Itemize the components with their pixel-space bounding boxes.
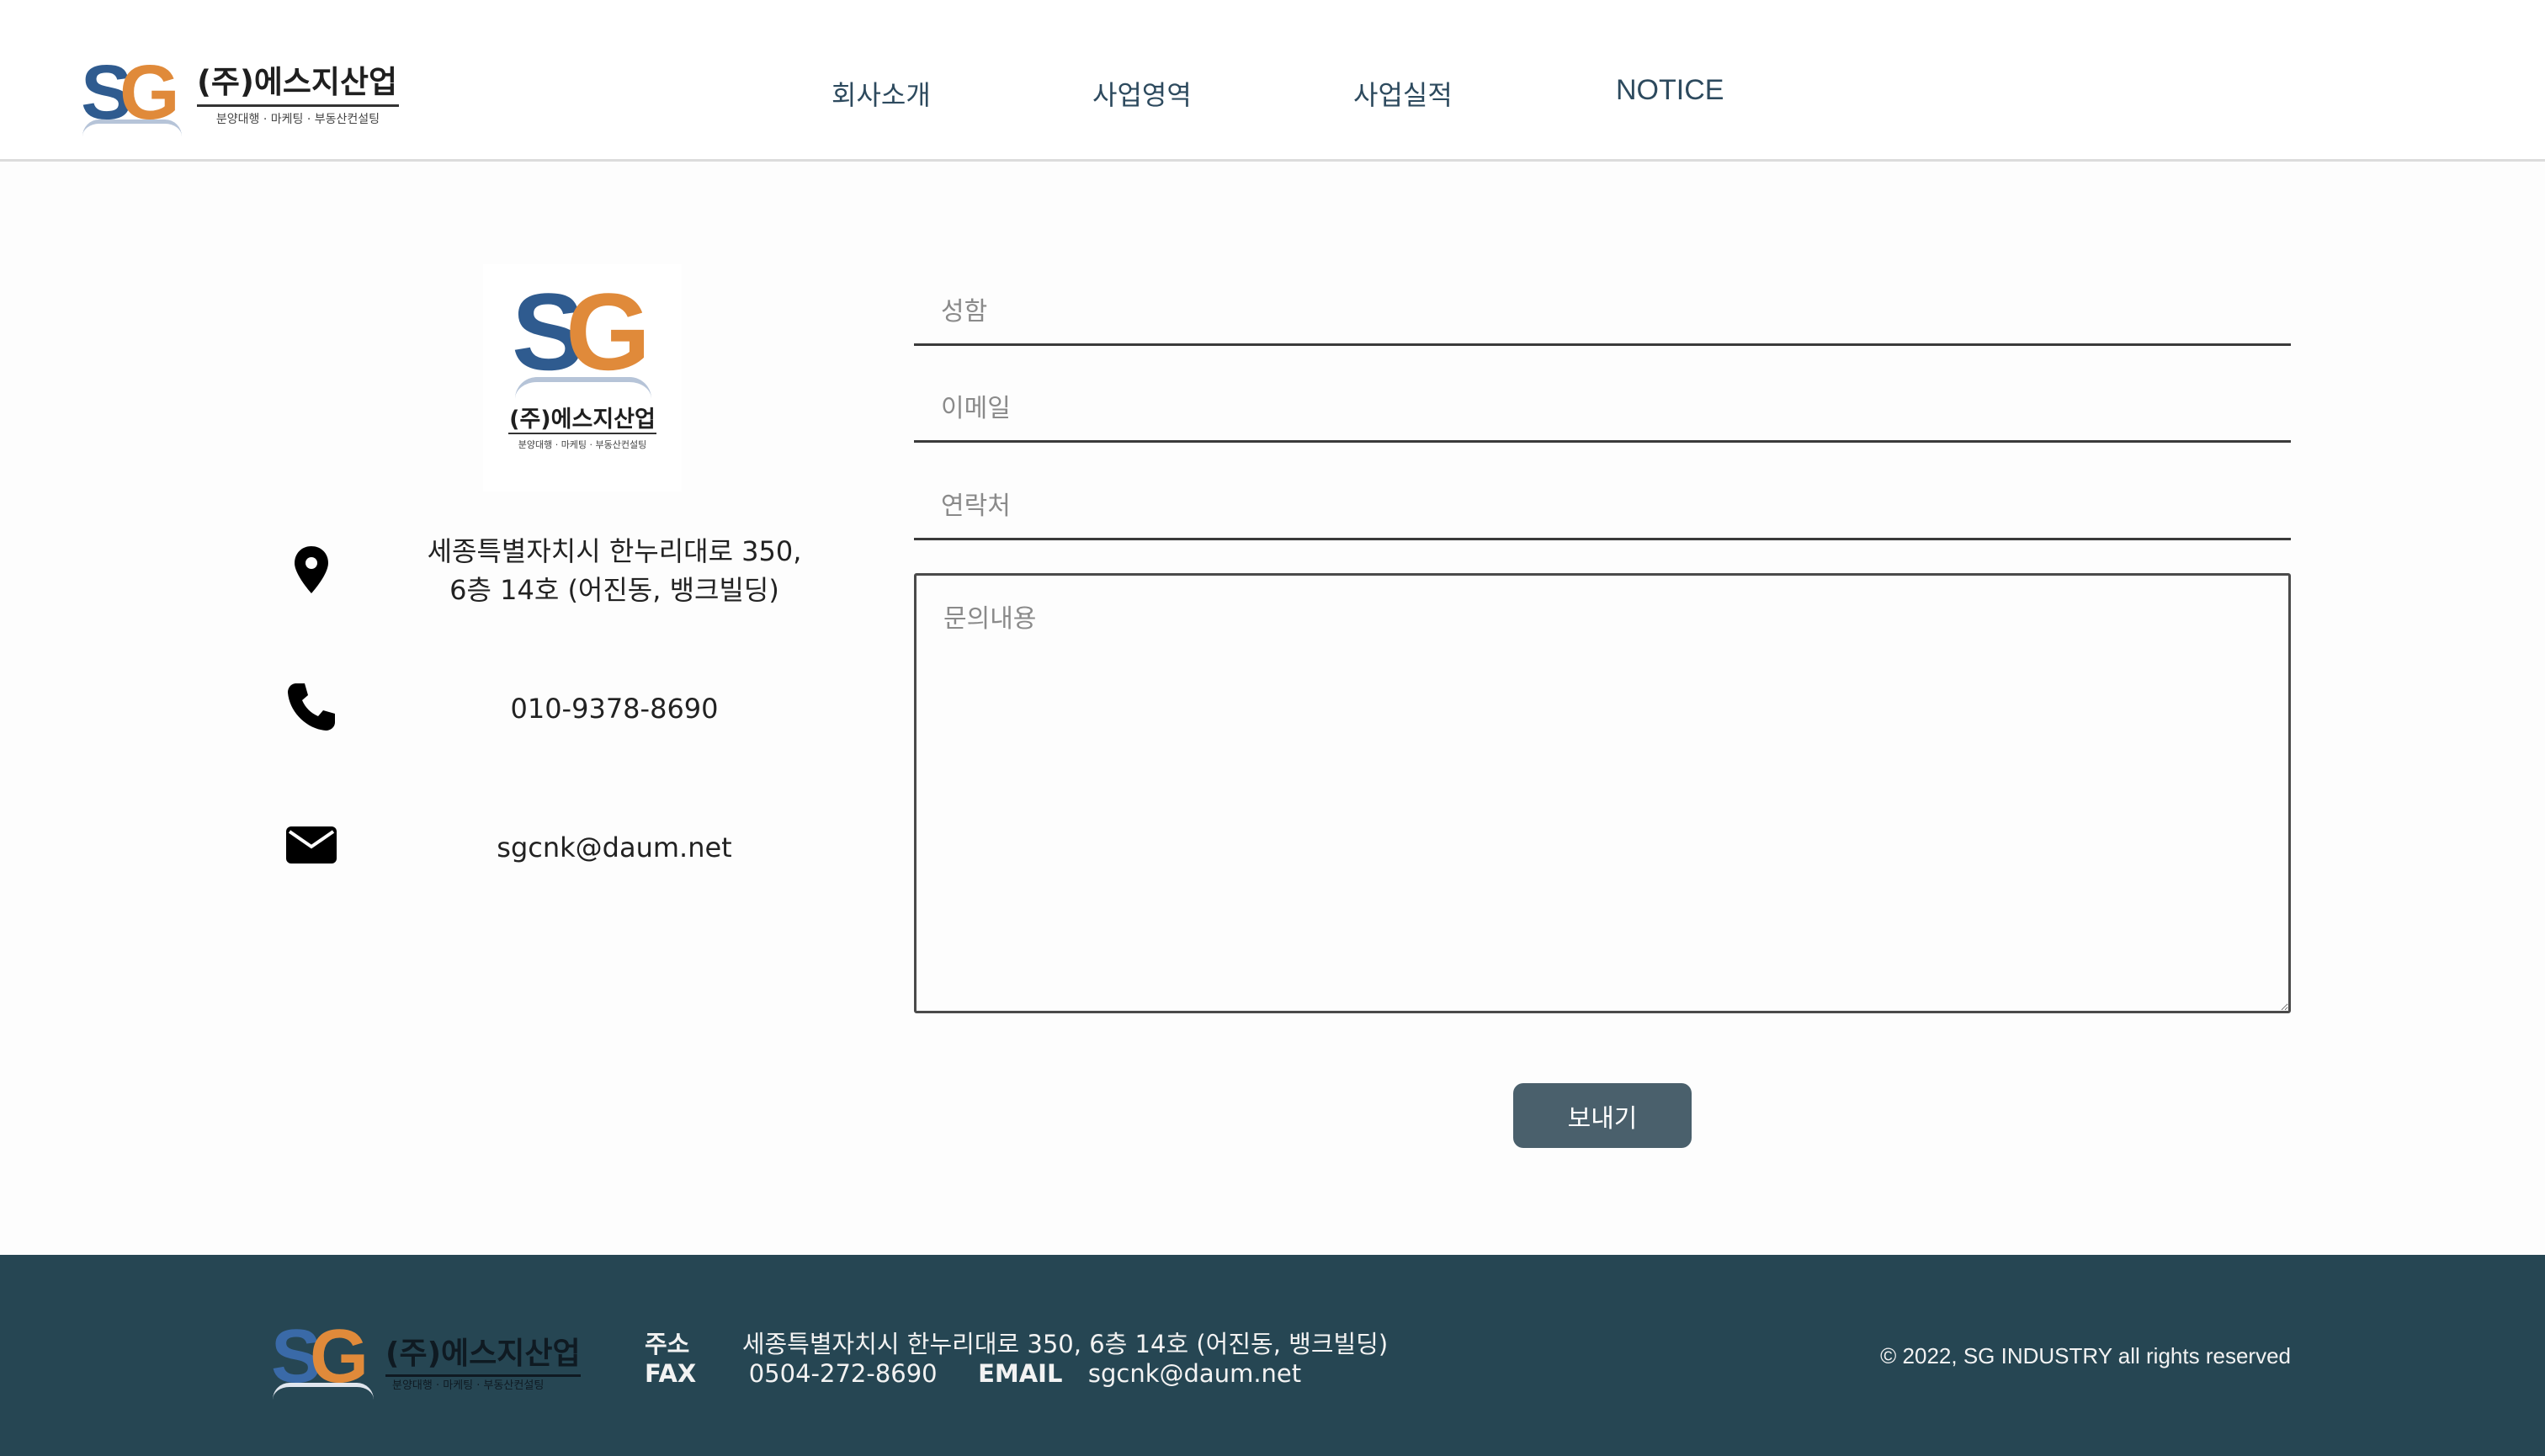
name-input[interactable] bbox=[914, 282, 2291, 341]
footer-contact-row: FAX 0504-272-8690 EMAIL sgcnk@daum.net bbox=[645, 1359, 1301, 1388]
logo-company-name: (주)에스지산업 bbox=[509, 407, 656, 433]
phone-underline bbox=[914, 538, 2291, 540]
address-line-1: 세종특별자치시 한누리대로 350, bbox=[427, 535, 802, 567]
header-logo[interactable]: S G (주)에스지산업 분양대행 · 마케팅 · 부동산컨설팅 bbox=[81, 50, 401, 136]
contact-phone: 010-9378-8690 bbox=[510, 693, 719, 725]
logo-arc bbox=[82, 120, 182, 136]
logo-tagline: 분양대행 · 마케팅 · 부동산컨설팅 bbox=[215, 113, 380, 126]
logo-divider bbox=[508, 433, 656, 434]
address-line-2: 6층 14호 (어진동, 뱅크빌딩) bbox=[449, 574, 779, 606]
footer-copyright: © 2022, SG INDUSTRY all rights reserved bbox=[1880, 1343, 2291, 1368]
email-input[interactable] bbox=[914, 379, 2291, 438]
sg-logo-mark: S G bbox=[512, 270, 655, 394]
contact-email: sgcnk@daum.net bbox=[497, 832, 732, 864]
nav-item-business[interactable]: 사업영역 bbox=[1092, 74, 1192, 113]
logo-arc bbox=[515, 377, 651, 399]
phone-icon bbox=[284, 680, 338, 734]
send-button[interactable]: 보내기 bbox=[1513, 1083, 1692, 1148]
footer-fax: 0504-272-8690 bbox=[748, 1359, 938, 1388]
sg-logo-mark: S G bbox=[81, 50, 183, 136]
footer-logo: S G (주)에스지산업 분양대행 · 마케팅 · 부동산컨설팅 bbox=[271, 1315, 581, 1400]
logo-letter-g: G bbox=[120, 50, 180, 136]
footer-address-label: 주소 bbox=[645, 1330, 690, 1358]
nav-item-portfolio[interactable]: 사업실적 bbox=[1353, 74, 1453, 113]
contact-address: 세종특별자치시 한누리대로 350, 6층 14호 (어진동, 뱅크빌딩) bbox=[396, 532, 833, 609]
footer-email-label: EMAIL bbox=[978, 1359, 1063, 1388]
envelope-icon bbox=[284, 818, 338, 872]
map-pin-icon bbox=[284, 543, 338, 597]
logo-arc bbox=[273, 1383, 374, 1400]
sg-logo-mark: S G bbox=[271, 1315, 375, 1400]
logo-company-name: (주)에스지산업 bbox=[385, 1329, 581, 1377]
contact-logo: S G (주)에스지산업 분양대행 · 마케팅 · 부동산컨설팅 bbox=[483, 264, 682, 492]
logo-letter-g: G bbox=[310, 1315, 369, 1399]
name-underline bbox=[914, 343, 2291, 346]
nav-item-company[interactable]: 회사소개 bbox=[832, 74, 931, 113]
email-underline bbox=[914, 440, 2291, 443]
site-footer: S G (주)에스지산업 분양대행 · 마케팅 · 부동산컨설팅 주소 세종특별… bbox=[0, 1255, 2545, 1456]
logo-letter-s: S bbox=[271, 1315, 321, 1399]
footer-fax-label: FAX bbox=[645, 1359, 697, 1388]
footer-email: sgcnk@daum.net bbox=[1087, 1359, 1302, 1388]
logo-text: (주)에스지산업 분양대행 · 마케팅 · 부동산컨설팅 bbox=[197, 64, 399, 127]
footer-address-row: 주소 세종특별자치시 한누리대로 350, 6층 14호 (어진동, 뱅크빌딩) bbox=[645, 1325, 1388, 1360]
footer-address: 세종특별자치시 한누리대로 350, 6층 14호 (어진동, 뱅크빌딩) bbox=[741, 1330, 1389, 1358]
phone-input[interactable] bbox=[914, 476, 2291, 535]
logo-letter-g: G bbox=[566, 270, 651, 393]
logo-tagline: 분양대행 · 마케팅 · 부동산컨설팅 bbox=[392, 1379, 545, 1392]
message-textarea[interactable] bbox=[914, 573, 2291, 1013]
logo-company-name: (주)에스지산업 bbox=[197, 64, 399, 107]
nav-item-notice[interactable]: NOTICE bbox=[1616, 74, 1724, 107]
site-header: S G (주)에스지산업 분양대행 · 마케팅 · 부동산컨설팅 회사소개 사업… bbox=[0, 0, 2545, 162]
logo-tagline: 분양대행 · 마케팅 · 부동산컨설팅 bbox=[518, 439, 647, 450]
